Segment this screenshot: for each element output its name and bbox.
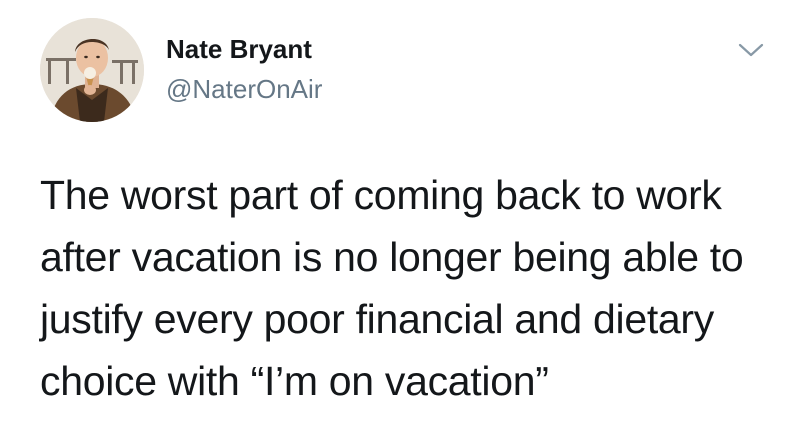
tweet-line: choice with “I’m on vacation” [40, 358, 549, 404]
tweet-line: justify every poor financial and dietary [40, 296, 714, 342]
user-handle[interactable]: @NaterOnAir [166, 74, 322, 105]
avatar-photo [40, 18, 144, 122]
chevron-down-icon[interactable] [737, 40, 765, 60]
tweet-text: The worst part of coming back to work af… [40, 164, 780, 412]
tweet-card: Nate Bryant @NaterOnAir The worst part o… [0, 0, 800, 448]
tweet-line: after vacation is no longer being able t… [40, 234, 744, 280]
avatar[interactable] [40, 18, 144, 122]
display-name[interactable]: Nate Bryant [166, 34, 312, 65]
tweet-line: The worst part of coming back to work [40, 172, 722, 218]
